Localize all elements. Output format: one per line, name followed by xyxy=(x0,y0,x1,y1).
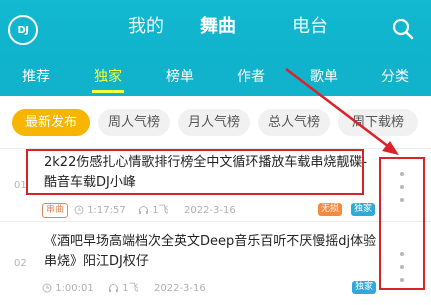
headphones-icon xyxy=(109,284,118,292)
clock-icon xyxy=(42,283,52,293)
exclusive-badge: 独家 xyxy=(352,281,377,294)
search-icon[interactable] xyxy=(392,18,414,40)
plays: 1飞 xyxy=(108,282,139,295)
annotation-highlight-more xyxy=(379,157,425,290)
subnav-exclusive[interactable]: 独家 xyxy=(94,68,122,86)
song-index: 01 xyxy=(14,180,27,191)
duration-text: 1:17:57 xyxy=(87,205,126,216)
active-tab-indicator xyxy=(92,90,124,93)
subnav-recommend[interactable]: 推荐 xyxy=(22,68,50,86)
plays-text: 1飞 xyxy=(152,205,169,216)
duration: 1:17:57 xyxy=(74,204,126,217)
lossless-badge: 无损 xyxy=(318,203,343,216)
subnav-categories[interactable]: 分类 xyxy=(381,68,409,86)
release-date: 2022-3-16 xyxy=(184,205,236,216)
headphones-icon xyxy=(139,206,148,214)
subnav-authors[interactable]: 作者 xyxy=(237,68,265,86)
tab-radio[interactable]: 电台 xyxy=(292,15,328,39)
dj-logo-icon[interactable]: DJ xyxy=(8,15,38,45)
clock-icon xyxy=(74,205,84,215)
release-date: 2022-3-16 xyxy=(154,283,206,294)
tab-dance-music[interactable]: 舞曲 xyxy=(200,15,236,39)
song-title[interactable]: 《酒吧早场高端档次全英文Deep音乐百听不厌慢摇dj体验串烧》阳江DJ权仔 xyxy=(44,232,384,272)
type-tag: 串曲 xyxy=(42,203,69,218)
plays-text: 1飞 xyxy=(122,283,139,294)
song-index: 02 xyxy=(14,258,27,269)
app-header: DJ 我的 舞曲 电台 xyxy=(0,0,431,59)
duration: 1:00:01 xyxy=(42,282,94,295)
chip-monthly-popular[interactable]: 月人气榜 xyxy=(178,109,250,136)
subnav-charts[interactable]: 榜单 xyxy=(166,68,194,86)
chip-weekly-popular[interactable]: 周人气榜 xyxy=(98,109,170,136)
exclusive-badge: 独家 xyxy=(351,203,376,216)
chip-latest-release[interactable]: 最新发布 xyxy=(12,109,90,136)
annotation-highlight-title xyxy=(26,149,364,195)
plays: 1飞 xyxy=(138,204,169,217)
subnav-playlists[interactable]: 歌单 xyxy=(310,68,338,86)
ranking-chips: 最新发布 周人气榜 月人气榜 总人气榜 周下载榜 xyxy=(0,96,431,148)
duration-text: 1:00:01 xyxy=(55,283,94,294)
logo-text: DJ xyxy=(17,24,29,36)
sub-navigation: 推荐 独家 榜单 作者 歌单 分类 xyxy=(0,59,431,96)
tab-mine[interactable]: 我的 xyxy=(128,15,164,39)
chip-total-popular[interactable]: 总人气榜 xyxy=(258,109,330,136)
divider xyxy=(0,221,431,222)
chip-weekly-download[interactable]: 周下载榜 xyxy=(338,109,418,136)
